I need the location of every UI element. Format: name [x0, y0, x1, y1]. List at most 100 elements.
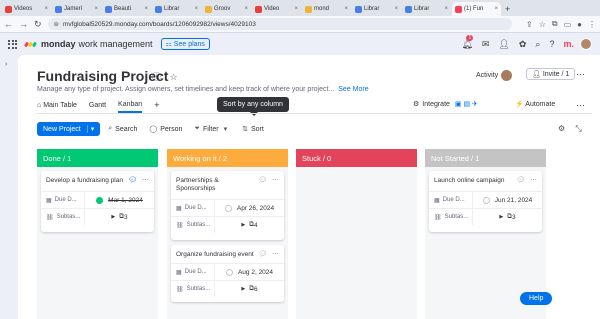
extension-icon[interactable]: ⧉ — [552, 19, 558, 29]
inbox-icon[interactable]: ✉ — [482, 39, 490, 50]
forward-arrow-icon[interactable]: → — [19, 19, 28, 29]
expand-arrow-icon[interactable]: ▶ — [111, 214, 115, 220]
settings-gear-icon[interactable]: ⚙ — [558, 124, 565, 133]
kanban-card[interactable]: Organize fundraising event 💬︎ ⋯ ▦ Due D...… — [171, 245, 284, 302]
update-chat-icon[interactable]: 💬︎ — [516, 177, 525, 184]
column-header[interactable]: Done / 1 — [37, 149, 158, 167]
side-panel-icon[interactable]: ▭ — [564, 20, 572, 29]
user-avatar[interactable] — [580, 38, 592, 50]
tab-close-icon[interactable]: × — [194, 6, 198, 12]
expand-arrow-icon[interactable]: ▶ — [241, 222, 245, 228]
subtasks-row[interactable]: ⛓ Subtas... ▶ ⧉ 3 — [429, 208, 542, 225]
expand-arrow-icon[interactable]: ▶ — [499, 214, 503, 220]
browser-tab[interactable]: Beauti × — [102, 2, 151, 16]
board-title[interactable]: Fundraising Project — [37, 68, 168, 84]
brand-name[interactable]: monday — [41, 39, 76, 49]
integrate-button[interactable]: ⚙ Integrate ▣ ▤ ✈ — [413, 100, 478, 109]
notification-count: 1 — [466, 34, 474, 41]
browser-tab[interactable]: mond × — [302, 2, 351, 16]
favorite-star-icon[interactable]: ☆ — [170, 72, 178, 82]
url-field[interactable]: ⊜ mvfglobal520529.monday.com/boards/1206… — [47, 18, 512, 30]
search-everything-icon[interactable]: ⌕ — [535, 39, 540, 50]
kanban-card[interactable]: Develop a fundraising plan 💬︎ ⋯ ▦ Due D...… — [41, 171, 154, 232]
search-button[interactable]: ⌕ Search — [108, 125, 137, 133]
update-chat-icon[interactable]: 💬︎ — [128, 177, 137, 184]
expand-sidebar-icon[interactable]: › — [5, 61, 7, 68]
site-info-icon[interactable]: ⊜ — [54, 20, 59, 28]
tab-close-icon[interactable]: × — [294, 6, 298, 12]
add-view-button[interactable]: + — [154, 100, 159, 113]
bookmark-star-icon[interactable]: ☆ — [539, 20, 546, 29]
due-date-row[interactable]: ▦ Due D... Apr 26, 2024 — [171, 199, 284, 216]
tab-close-icon[interactable]: × — [144, 6, 148, 12]
back-arrow-icon[interactable]: ← — [4, 19, 13, 29]
tab-close-icon[interactable]: × — [444, 6, 448, 12]
share-icon[interactable]: ⇪ — [526, 20, 533, 29]
see-plans-button[interactable]: ⚏ See plans — [160, 38, 210, 50]
browser-tab[interactable]: Jameri × — [52, 2, 101, 16]
url-text: mvfglobal520529.monday.com/boards/120609… — [63, 20, 256, 28]
tab-close-icon[interactable]: × — [394, 6, 398, 12]
subtasks-row[interactable]: ⛓ Subtas... ▶ ⧉ 4 — [171, 216, 284, 233]
browser-tab[interactable]: Groov × — [202, 2, 251, 16]
automate-button[interactable]: ⚡ Automate — [515, 100, 555, 108]
board-info-icon[interactable]: ⓘ — [152, 72, 161, 82]
kanban-card[interactable]: Launch online campaign 💬︎ ⋯ ▦ Due D... Jun… — [429, 171, 542, 232]
invite-button[interactable]: 👤︎ Invite / 1 — [526, 68, 576, 80]
new-tab-button[interactable]: + — [505, 4, 510, 14]
tab-main-table[interactable]: ⌂ Main Table — [37, 102, 77, 112]
tab-close-icon[interactable]: × — [44, 6, 48, 12]
expand-arrow-icon[interactable]: ▶ — [241, 286, 245, 292]
column-header[interactable]: Stuck / 0 — [296, 149, 417, 167]
browser-tab[interactable]: Videos × — [2, 2, 51, 16]
sort-button[interactable]: ⇅ Sort — [242, 125, 264, 134]
filter-button[interactable]: ⏷ Filter ▾ — [194, 125, 230, 133]
tab-gantt[interactable]: Gantt — [89, 102, 106, 112]
browser-tab[interactable]: Video × — [252, 2, 301, 16]
board-more-icon[interactable]: ⋯ — [576, 69, 585, 80]
kanban-card[interactable]: Partnerships & Sponsorships 💬︎ ⋯ ▦ Due D..… — [171, 171, 284, 240]
due-date-row[interactable]: ▦ Due D... Mar 1, 2024 — [41, 191, 154, 208]
browser-menu-icon[interactable]: ⋮ — [588, 20, 596, 29]
tab-kanban[interactable]: Kanban — [118, 101, 143, 113]
column-header[interactable]: Working on it / 2 — [167, 149, 288, 167]
browser-tab-active[interactable]: (1) Fun × — [452, 2, 501, 16]
see-more-link[interactable]: See More — [338, 86, 368, 93]
tab-close-icon[interactable]: × — [244, 6, 248, 12]
marketplace-icon[interactable]: ✿ — [519, 39, 527, 50]
card-more-icon[interactable]: ⋯ — [272, 251, 279, 258]
tab-favicon-icon — [155, 5, 162, 13]
card-more-icon[interactable]: ⋯ — [272, 177, 279, 184]
sort-tooltip: Sort by any column — [217, 97, 289, 116]
invite-members-icon[interactable]: 👤︎ — [498, 39, 509, 50]
reload-icon[interactable]: ↻ — [34, 19, 42, 30]
tab-close-icon[interactable]: × — [494, 6, 498, 12]
help-question-icon[interactable]: ? — [549, 39, 554, 49]
subtasks-row[interactable]: ⛓ Subtas... ▶ ⧉ 3 — [41, 208, 154, 225]
browser-tab[interactable]: Librar × — [402, 2, 451, 16]
due-date-row[interactable]: ▦ Due D... Jun 21, 2024 — [429, 191, 542, 208]
person-filter-button[interactable]: ◯ Person — [149, 125, 182, 134]
browser-tab[interactable]: Librar × — [152, 2, 201, 16]
views-more-icon[interactable]: ⋯ — [576, 100, 585, 111]
subtasks-row[interactable]: ⛓ Subtas... ▶ ⧉ 6 — [171, 280, 284, 297]
account-logo-icon[interactable]: m. — [563, 39, 574, 49]
tab-close-icon[interactable]: × — [94, 6, 98, 12]
browser-tab[interactable]: Librar × — [352, 2, 401, 16]
chevron-down-icon[interactable]: ▾ — [224, 125, 228, 133]
due-date-row[interactable]: ▦ Due D... Aug 2, 2024 — [171, 263, 284, 280]
update-chat-icon[interactable]: 💬︎ — [258, 251, 267, 258]
update-chat-icon[interactable]: 💬︎ — [258, 177, 267, 184]
profile-avatar-icon[interactable]: ● — [577, 20, 582, 29]
new-project-button[interactable]: New Project ▾ — [37, 122, 101, 136]
column-header[interactable]: Not Started / 1 — [425, 149, 546, 167]
tab-close-icon[interactable]: × — [344, 6, 348, 12]
help-button[interactable]: Help — [520, 292, 553, 305]
apps-grid-icon[interactable] — [8, 39, 17, 49]
card-more-icon[interactable]: ⋯ — [142, 177, 149, 184]
card-more-icon[interactable]: ⋯ — [530, 177, 537, 184]
activity-button[interactable]: Activity — [476, 70, 513, 81]
collapse-icon[interactable]: ⤡ — [575, 124, 581, 133]
bell-icon[interactable]: 🔔︎ 1 — [461, 34, 474, 50]
chevron-down-icon[interactable]: ▾ — [86, 125, 94, 133]
